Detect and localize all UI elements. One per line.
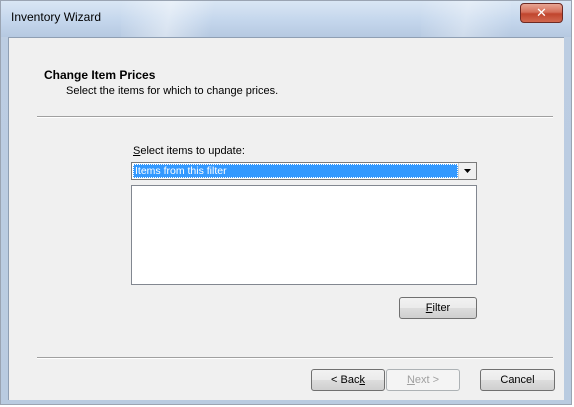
title-bar[interactable]: Inventory Wizard ✕ [1,1,571,37]
filter-mnemonic: F [425,302,433,314]
next-label-text: ext > [414,374,440,386]
back-button-label: < Back [331,374,365,386]
cancel-button-label: Cancel [500,374,535,386]
title-bar-glare-right [421,1,511,37]
title-bar-glare [121,1,241,37]
header-divider [37,116,553,118]
wizard-header: Change Item Prices Select the items for … [9,38,564,110]
back-label-text: < Bac [331,374,360,386]
back-mnemonic: k [359,374,365,386]
close-icon: ✕ [536,5,547,21]
next-mnemonic: N [406,374,415,386]
close-button[interactable]: ✕ [520,3,563,23]
cancel-button[interactable]: Cancel [480,369,555,391]
items-to-update-dropdown[interactable]: Items from this filter [131,162,477,180]
dropdown-selected-value: Items from this filter [133,164,458,178]
window-title: Inventory Wizard [11,10,102,24]
footer-divider [37,357,553,359]
page-subtitle: Select the items for which to change pri… [66,85,279,97]
select-items-label: Select items to update: [133,145,245,157]
filtered-items-list[interactable] [131,185,477,285]
filter-button-label: Filter [426,302,450,314]
page-title: Change Item Prices [44,68,156,82]
next-button-label: Next > [407,374,439,386]
next-button[interactable]: Next > [386,369,460,391]
inventory-wizard-window: Inventory Wizard ✕ Change Item Prices Se… [0,0,572,405]
dropdown-arrow-button[interactable] [458,163,476,179]
chevron-down-icon [464,169,471,173]
filter-label-text: ilter [432,302,451,314]
back-button[interactable]: < Back [311,369,385,391]
select-items-label-text: elect items to update: [140,145,245,157]
wizard-client-area: Change Item Prices Select the items for … [8,37,564,400]
filter-button[interactable]: Filter [399,297,477,319]
